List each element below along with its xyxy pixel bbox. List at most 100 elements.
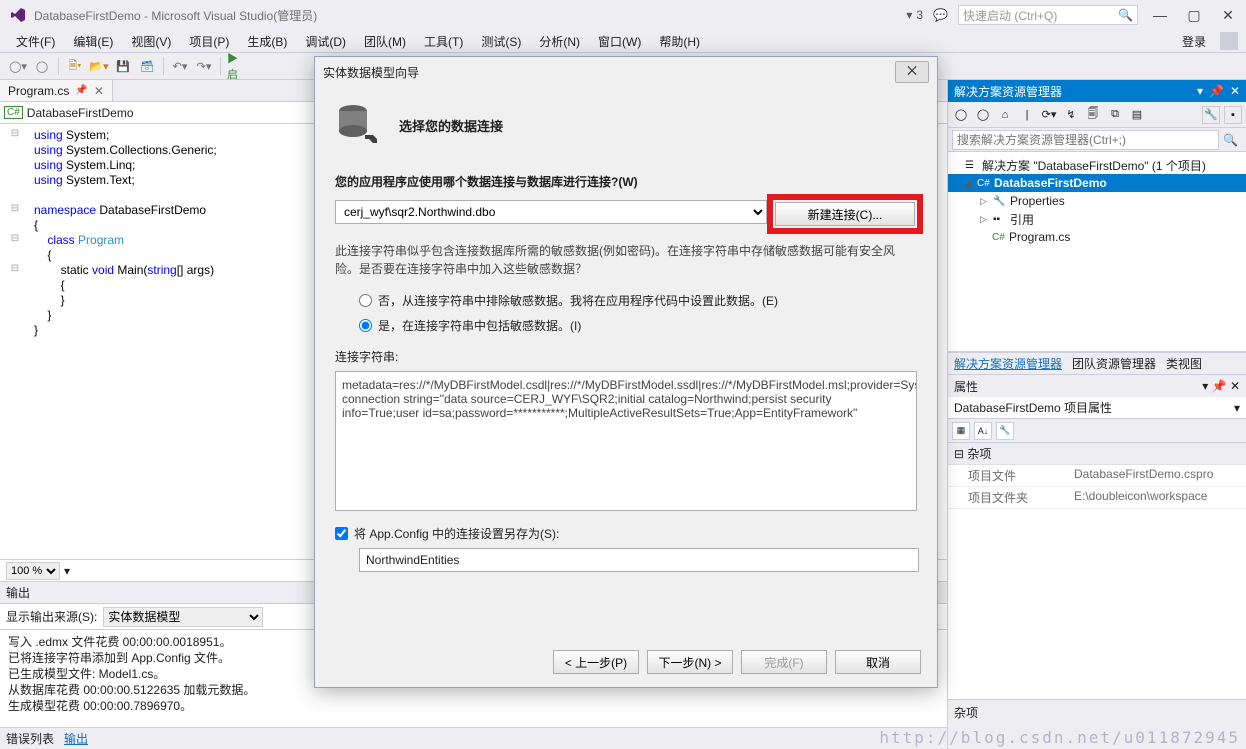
menu-build[interactable]: 生成(B) [239, 31, 295, 52]
tab-solution-explorer[interactable]: 解决方案资源管理器 [954, 355, 1062, 372]
panel-dropdown-icon[interactable]: ▾ [1202, 379, 1208, 393]
pin-icon[interactable]: 📌 [75, 85, 87, 96]
close-tab-icon[interactable]: ✕ [94, 84, 104, 98]
start-debug-button[interactable]: ▶ 启 [227, 56, 247, 76]
fold-icon[interactable]: ⊟ [0, 233, 30, 248]
connection-select[interactable]: cerj_wyf\sqr2.Northwind.dbo [335, 200, 767, 224]
watermark: http://blog.csdn.net/u011872945 [879, 728, 1240, 747]
menu-project[interactable]: 项目(P) [181, 31, 237, 52]
avatar-icon[interactable] [1220, 32, 1238, 50]
chevron-down-icon: ▾ [1234, 401, 1240, 415]
maximize-button[interactable]: ▢ [1182, 7, 1206, 24]
tree-references[interactable]: ▷▪▪引用 [948, 210, 1246, 228]
open-icon[interactable]: 📂▾ [89, 56, 109, 76]
close-button[interactable]: ✕ [1216, 7, 1240, 24]
tab-team-explorer[interactable]: 团队资源管理器 [1072, 355, 1156, 372]
fold-icon[interactable]: ⊟ [0, 128, 30, 143]
panel-dropdown-icon[interactable]: ▾ [1197, 84, 1203, 98]
menu-team[interactable]: 团队(M) [356, 31, 414, 52]
se-search-input[interactable] [952, 130, 1219, 150]
menu-debug[interactable]: 调试(D) [297, 31, 354, 52]
radio-include[interactable]: 是，在连接字符串中包括敏感数据。(I) [335, 313, 917, 338]
dialog-close-button[interactable]: ⨉ [895, 61, 929, 83]
tree-properties[interactable]: ▷🔧Properties [948, 192, 1246, 210]
fold-icon[interactable]: ⊟ [0, 203, 30, 218]
next-button[interactable]: 下一步(N) > [647, 650, 733, 674]
fwd-icon[interactable]: ◯ [974, 106, 992, 124]
menu-help[interactable]: 帮助(H) [651, 31, 708, 52]
panel-close-icon[interactable]: ✕ [1230, 84, 1240, 98]
back-icon[interactable]: ◯ [952, 106, 970, 124]
panel-pin-icon[interactable]: 📌 [1209, 84, 1224, 98]
sync-icon[interactable]: ↯ [1062, 106, 1080, 124]
quick-launch-input[interactable]: 快速启动 (Ctrl+Q) 🔍 [958, 5, 1138, 25]
tab-program-cs[interactable]: Program.cs 📌 ✕ [0, 80, 113, 101]
csharp-icon: C# [4, 106, 23, 119]
menu-test[interactable]: 测试(S) [473, 31, 529, 52]
panel-close-icon[interactable]: ✕ [1230, 379, 1240, 393]
categorized-icon[interactable]: ▦ [952, 422, 970, 440]
zoom-dropdown-icon[interactable]: ▾ [64, 564, 70, 578]
save-icon[interactable]: 💾 [113, 56, 133, 76]
cancel-button[interactable]: 取消 [835, 650, 921, 674]
save-settings-checkbox[interactable]: 将 App.Config 中的连接设置另存为(S): [335, 525, 917, 542]
wrench-icon[interactable]: 🔧 [996, 422, 1014, 440]
alphabetical-icon[interactable]: A↓ [974, 422, 992, 440]
undo-icon[interactable]: ↶▾ [170, 56, 190, 76]
tab-output[interactable]: 输出 [64, 730, 88, 747]
minimize-button[interactable]: — [1148, 7, 1172, 24]
wizard-dialog: 实体数据模型向导 ⨉ 选择您的数据连接 您的应用程序应使用哪个数据连接与数据库进… [314, 56, 938, 688]
show-all-icon[interactable]: 🗐 [1084, 106, 1102, 124]
menu-file[interactable]: 文件(F) [8, 31, 63, 52]
zoom-select[interactable]: 100 % [6, 562, 60, 580]
tree-file-program[interactable]: C#Program.cs [948, 228, 1246, 246]
save-all-icon[interactable]: 🗃 [137, 56, 157, 76]
namespace-label[interactable]: DatabaseFirstDemo [27, 106, 134, 120]
menu-view[interactable]: 视图(V) [123, 31, 179, 52]
finish-button[interactable]: 完成(F) [741, 650, 827, 674]
prev-button[interactable]: < 上一步(P) [553, 650, 639, 674]
fold-icon[interactable]: ⊟ [0, 263, 30, 278]
tab-class-view[interactable]: 类视图 [1166, 355, 1202, 372]
solution-tree[interactable]: ☰解决方案 "DatabaseFirstDemo" (1 个项目) ◢C#Dat… [948, 152, 1246, 352]
search-icon[interactable]: 🔍 [1219, 133, 1242, 147]
menu-bar: 文件(F) 编辑(E) 视图(V) 项目(P) 生成(B) 调试(D) 团队(M… [0, 30, 1246, 52]
tree-solution[interactable]: ☰解决方案 "DatabaseFirstDemo" (1 个项目) [948, 156, 1246, 174]
new-project-icon[interactable]: 🗎▾ [65, 56, 85, 76]
property-category[interactable]: ⊟ 杂项 [948, 443, 1246, 465]
sign-in-link[interactable]: 登录 [1174, 31, 1214, 52]
forward-icon[interactable]: ◯ [32, 56, 52, 76]
settings-name-input[interactable]: NorthwindEntities [359, 548, 919, 572]
radio-exclude[interactable]: 否，从连接字符串中排除敏感数据。我将在应用程序代码中设置此数据。(E) [335, 288, 917, 313]
back-icon[interactable]: ◯▾ [8, 56, 28, 76]
window-title: DatabaseFirstDemo - Microsoft Visual Stu… [34, 7, 317, 24]
collapse-icon[interactable]: ⧉ [1106, 106, 1124, 124]
property-row: 项目文件DatabaseFirstDemo.cspro [948, 465, 1246, 487]
properties-object-combo[interactable]: DatabaseFirstDemo 项目属性▾ [948, 397, 1246, 419]
dialog-title: 实体数据模型向导 [323, 64, 419, 81]
more-icon[interactable]: ▪ [1224, 106, 1242, 124]
highlight-box: 新建连接(C)... [773, 200, 917, 228]
tree-project[interactable]: ◢C#DatabaseFirstDemo [948, 174, 1246, 192]
tab-error-list[interactable]: 错误列表 [6, 730, 54, 747]
wrench-icon[interactable]: 🔧 [1202, 106, 1220, 124]
feedback-icon[interactable]: 💬 [933, 8, 948, 22]
properties-icon[interactable]: ▤ [1128, 106, 1146, 124]
refresh-icon[interactable]: ⟳▾ [1040, 106, 1058, 124]
new-connection-button[interactable]: 新建连接(C)... [775, 202, 915, 226]
output-source-select[interactable]: 实体数据模型 [103, 607, 263, 627]
connection-string-box[interactable]: metadata=res://*/MyDBFirstModel.csdl|res… [335, 371, 917, 511]
redo-icon[interactable]: ↷▾ [194, 56, 214, 76]
property-grid[interactable]: ⊟ 杂项 项目文件DatabaseFirstDemo.cspro 项目文件夹E:… [948, 443, 1246, 699]
panel-pin-icon[interactable]: 📌 [1212, 379, 1227, 393]
csharp-project-icon: C# [977, 178, 991, 189]
se-toolbar: ◯◯ ⌂| ⟳▾ ↯ 🗐 ⧉ ▤ 🔧 ▪ [948, 102, 1246, 128]
menu-edit[interactable]: 编辑(E) [65, 31, 121, 52]
csharp-file-icon: C# [992, 232, 1006, 243]
menu-analyze[interactable]: 分析(N) [531, 31, 588, 52]
notification-flag[interactable]: ▾ 3 [906, 8, 923, 22]
code-content[interactable]: using System; using System.Collections.G… [30, 124, 217, 559]
menu-window[interactable]: 窗口(W) [590, 31, 649, 52]
home-icon[interactable]: ⌂ [996, 106, 1014, 124]
menu-tools[interactable]: 工具(T) [416, 31, 471, 52]
